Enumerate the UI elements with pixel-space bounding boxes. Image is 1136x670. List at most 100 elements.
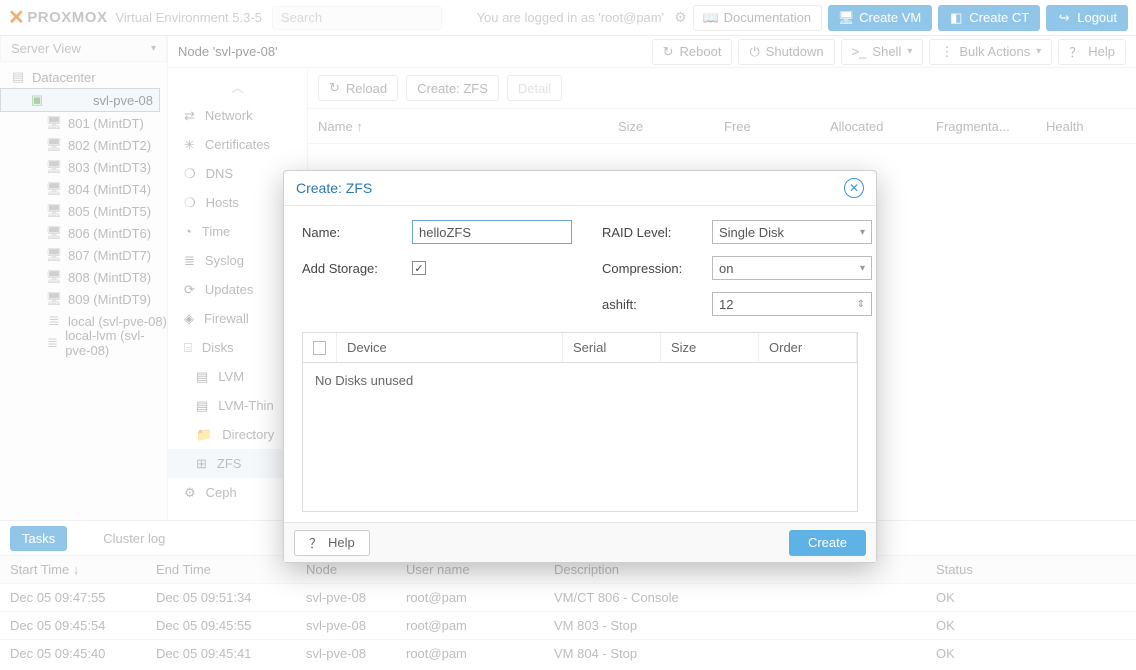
refresh-icon: ↻ bbox=[329, 80, 340, 96]
detail-button[interactable]: Detail bbox=[507, 75, 562, 101]
chevron-down-icon: ▾ bbox=[860, 227, 865, 238]
shell-label: Shell bbox=[872, 44, 901, 59]
menu-label: Ceph bbox=[206, 485, 237, 500]
shell-icon: >_ bbox=[852, 44, 867, 59]
name-input[interactable] bbox=[412, 220, 572, 244]
col-status[interactable]: Status bbox=[936, 562, 1126, 577]
shutdown-button[interactable]: ⏻ Shutdown bbox=[738, 39, 834, 65]
ashift-spinner[interactable]: 12 ⇕ bbox=[712, 292, 872, 316]
dialog-title: Create: ZFS bbox=[296, 180, 372, 196]
dialog-help-button[interactable]: ？Help bbox=[294, 530, 370, 556]
menu-label: LVM bbox=[218, 369, 244, 384]
disk-table: Device Serial Size Order No Disks unused bbox=[302, 332, 858, 512]
menu-label: DNS bbox=[206, 166, 233, 181]
col-user[interactable]: User name bbox=[406, 562, 554, 577]
create-vm-button[interactable]: 🖥Create VM bbox=[828, 5, 932, 31]
tree-node[interactable]: ▣svl-pve-08 bbox=[0, 88, 160, 112]
power-icon: ⏻ bbox=[749, 44, 759, 60]
reboot-icon: ↻ bbox=[663, 44, 674, 60]
col-end[interactable]: End Time bbox=[156, 562, 306, 577]
menu-icon: ⋮ bbox=[940, 44, 953, 60]
tree-storage[interactable]: ≣local-lvm (svl-pve-08) bbox=[0, 332, 167, 354]
tree-vm[interactable]: 🖥805 (MintDT5) bbox=[0, 200, 167, 222]
log-row[interactable]: Dec 05 09:45:40Dec 05 09:45:41svl-pve-08… bbox=[0, 639, 1136, 667]
chevron-down-icon: ▾ bbox=[151, 43, 156, 54]
menu-icon: ⟳ bbox=[184, 282, 195, 298]
tree-vm[interactable]: 🖥803 (MintDT3) bbox=[0, 156, 167, 178]
tab-tasks[interactable]: Tasks bbox=[10, 526, 67, 551]
documentation-button[interactable]: 📖Documentation bbox=[693, 5, 822, 31]
monitor-icon: 🖥 bbox=[46, 137, 62, 153]
tree-vm[interactable]: 🖥802 (MintDT2) bbox=[0, 134, 167, 156]
log-status: OK bbox=[936, 590, 1126, 605]
grid-col[interactable]: Fragmenta... bbox=[936, 119, 1036, 134]
menu-label: Network bbox=[205, 108, 253, 123]
col-desc[interactable]: Description bbox=[554, 562, 936, 577]
logout-button[interactable]: ↪Logout bbox=[1046, 5, 1128, 31]
tree-label: 805 (MintDT5) bbox=[68, 204, 151, 219]
tree-label: 804 (MintDT4) bbox=[68, 182, 151, 197]
log-row[interactable]: Dec 05 09:47:55Dec 05 09:51:34svl-pve-08… bbox=[0, 583, 1136, 611]
reload-label: Reload bbox=[346, 81, 387, 96]
col-order[interactable]: Order bbox=[759, 333, 857, 362]
log-start: Dec 05 09:45:54 bbox=[10, 618, 156, 633]
disk-icon: ≣ bbox=[46, 313, 62, 329]
select-all-checkbox[interactable] bbox=[313, 341, 326, 355]
search-input[interactable]: Search bbox=[272, 6, 442, 30]
tree-vm[interactable]: 🖥804 (MintDT4) bbox=[0, 178, 167, 200]
menu-icon: ◔ bbox=[184, 224, 192, 239]
tree-label: 807 (MintDT7) bbox=[68, 248, 151, 263]
col-device[interactable]: Device bbox=[337, 333, 563, 362]
shutdown-label: Shutdown bbox=[766, 44, 824, 59]
grid-col[interactable]: Name ↑ bbox=[318, 119, 608, 134]
create-zfs-button[interactable]: Create: ZFS bbox=[406, 75, 499, 101]
dialog-create-button[interactable]: Create bbox=[789, 530, 866, 556]
spinner-icon: ⇕ bbox=[857, 299, 865, 310]
chevron-down-icon: ▾ bbox=[860, 263, 865, 274]
help-button[interactable]: ？Help bbox=[1058, 39, 1126, 65]
tree-vm[interactable]: 🖥807 (MintDT7) bbox=[0, 244, 167, 266]
grid-col[interactable]: Health bbox=[1046, 119, 1126, 134]
grid-col[interactable]: Size bbox=[618, 119, 714, 134]
gear-icon[interactable]: ⚙ bbox=[674, 9, 687, 26]
disk-icon: ≣ bbox=[46, 335, 59, 351]
col-node[interactable]: Node bbox=[306, 562, 406, 577]
close-button[interactable]: ✕ bbox=[844, 178, 864, 198]
bulk-actions-button[interactable]: ⋮Bulk Actions▾ bbox=[929, 39, 1052, 65]
ashift-value: 12 bbox=[719, 297, 733, 312]
col-size[interactable]: Size bbox=[661, 333, 759, 362]
grid-col[interactable]: Free bbox=[724, 119, 820, 134]
grid-col[interactable]: Allocated bbox=[830, 119, 926, 134]
help-icon: ？ bbox=[309, 533, 322, 552]
reboot-button[interactable]: ↻Reboot bbox=[652, 39, 733, 65]
col-start[interactable]: Start Time bbox=[10, 562, 69, 577]
bulk-label: Bulk Actions bbox=[959, 44, 1030, 59]
log-row[interactable]: Dec 05 09:45:54Dec 05 09:45:55svl-pve-08… bbox=[0, 611, 1136, 639]
tree-datacenter[interactable]: ▤Datacenter bbox=[0, 66, 167, 88]
tree-vm[interactable]: 🖥808 (MintDT8) bbox=[0, 266, 167, 288]
tree-vm[interactable]: 🖥806 (MintDT6) bbox=[0, 222, 167, 244]
logout-icon: ↪ bbox=[1057, 11, 1071, 25]
label-raid: RAID Level: bbox=[602, 225, 712, 240]
tree-label: 806 (MintDT6) bbox=[68, 226, 151, 241]
nodemenu-network[interactable]: ⇄Network bbox=[168, 101, 307, 130]
tree-vm[interactable]: 🖥809 (MintDT9) bbox=[0, 288, 167, 310]
nodemenu-certificates[interactable]: ✳Certificates bbox=[168, 130, 307, 159]
menu-label: Time bbox=[202, 224, 230, 239]
tree-vm[interactable]: 🖥801 (MintDT) bbox=[0, 112, 167, 134]
menu-icon: ❍ bbox=[184, 166, 196, 182]
raid-level-select[interactable]: Single Disk ▾ bbox=[712, 220, 872, 244]
tab-cluster-log[interactable]: Cluster log bbox=[91, 526, 177, 551]
shell-button[interactable]: >_Shell▾ bbox=[841, 39, 924, 65]
server-view-select[interactable]: Server View▾ bbox=[0, 36, 167, 62]
monitor-icon: 🖥 bbox=[46, 269, 62, 285]
raid-value: Single Disk bbox=[719, 225, 784, 240]
col-serial[interactable]: Serial bbox=[563, 333, 661, 362]
menu-icon: ⌸ bbox=[184, 340, 192, 356]
reload-button[interactable]: ↻ Reload bbox=[318, 75, 398, 101]
tree-label: svl-pve-08 bbox=[93, 93, 153, 108]
create-ct-button[interactable]: ◧Create CT bbox=[938, 5, 1040, 31]
collapse-arrow[interactable]: ︿ bbox=[168, 72, 307, 101]
add-storage-checkbox[interactable]: ✓ bbox=[412, 261, 426, 275]
compression-select[interactable]: on▾ bbox=[712, 256, 872, 280]
